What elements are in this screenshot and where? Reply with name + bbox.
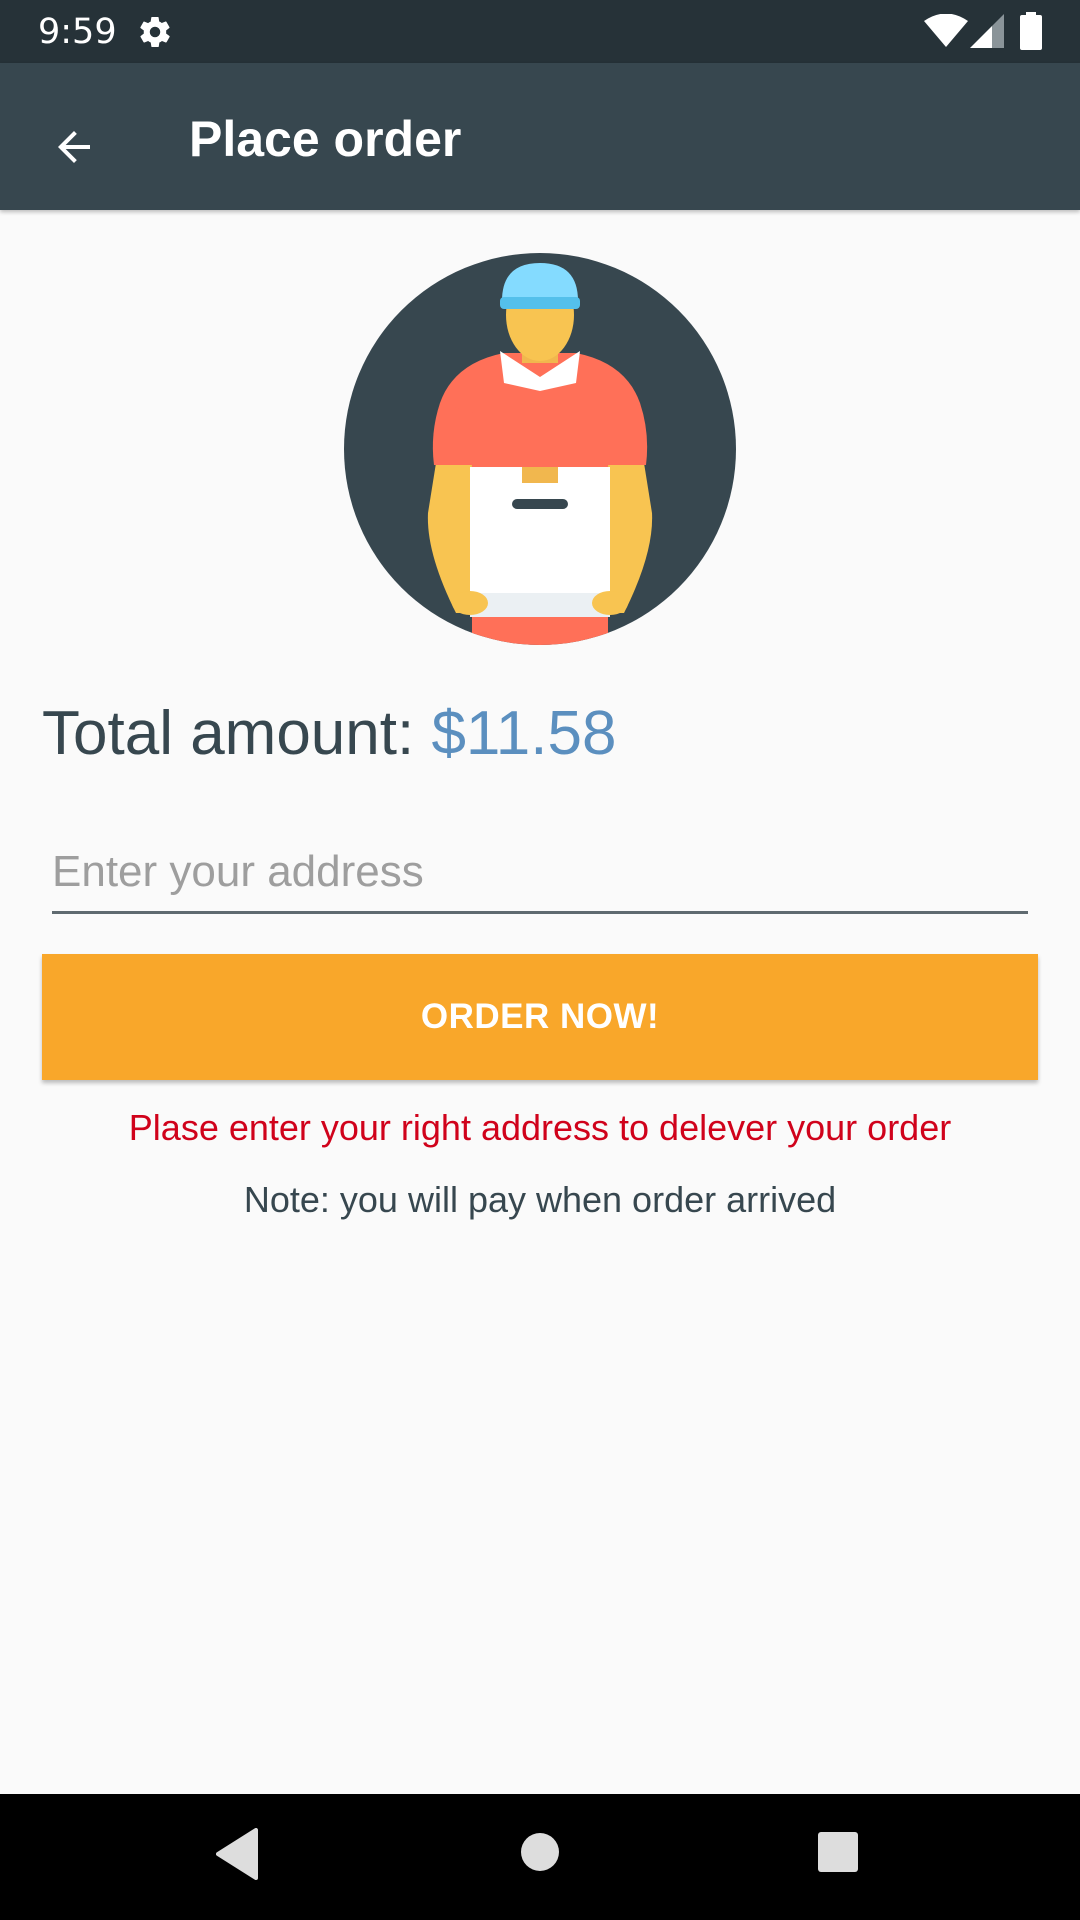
payment-note: Note: you will pay when order arrived	[243, 1179, 837, 1220]
address-error-message: Plase enter your right address to deleve…	[128, 1107, 952, 1148]
nav-recents-icon[interactable]	[818, 1832, 858, 1872]
address-input[interactable]	[52, 838, 1028, 914]
nav-back-icon[interactable]	[216, 1828, 260, 1880]
back-button[interactable]	[26, 99, 122, 195]
arrow-back-icon	[58, 131, 90, 163]
delivery-man-icon	[344, 253, 736, 645]
total-amount-label: Total amount:	[42, 699, 432, 768]
app-toolbar: Place order	[0, 63, 1080, 210]
system-nav-bar	[0, 1794, 1080, 1920]
status-time: 9:59	[38, 12, 117, 52]
gear-icon	[140, 16, 170, 48]
status-bar: 9:59	[0, 0, 1080, 63]
nav-home-icon[interactable]	[520, 1832, 560, 1872]
signal-icon	[970, 14, 1004, 48]
battery-icon	[1020, 12, 1042, 50]
page-title: Place order	[189, 111, 462, 167]
total-amount: Total amount: $11.58	[42, 694, 616, 774]
total-amount-value: $11.58	[431, 699, 617, 768]
order-now-button[interactable]: ORDER NOW!	[42, 954, 1038, 1080]
wifi-icon	[924, 14, 968, 47]
